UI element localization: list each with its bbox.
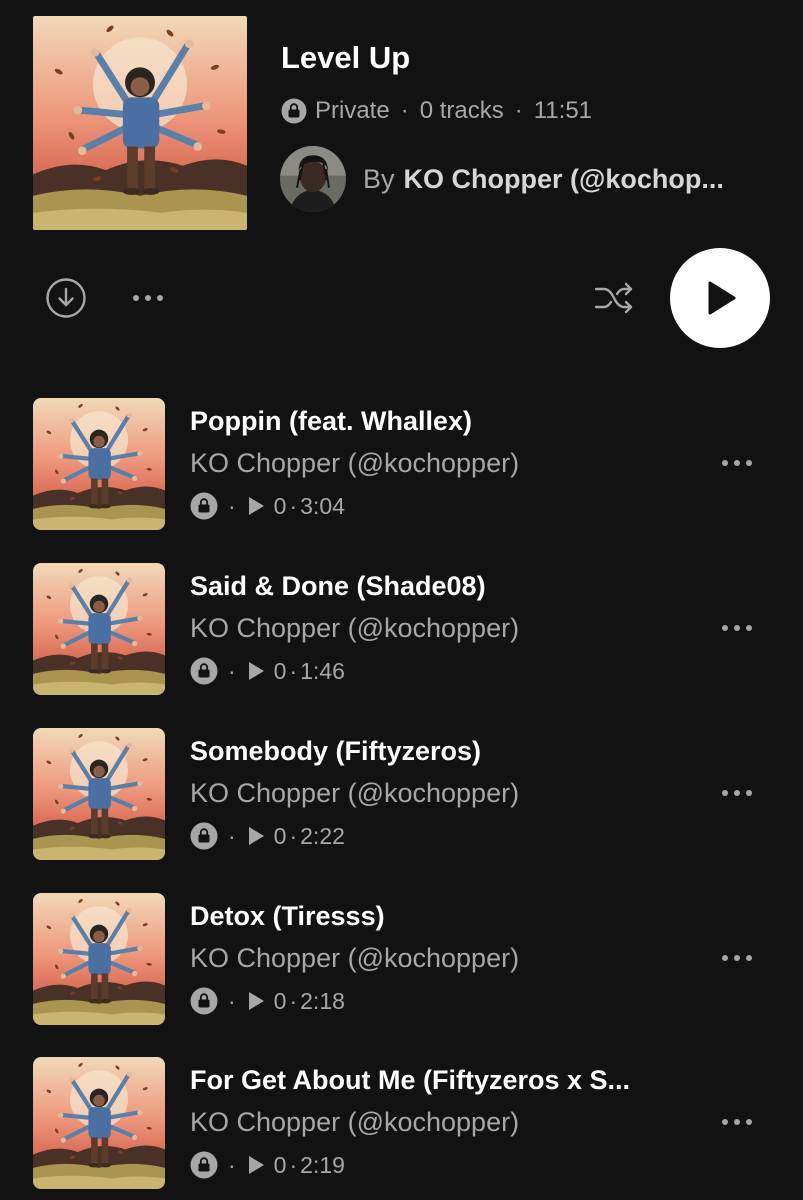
play-count: 0	[273, 657, 287, 684]
meta-separator: ·	[228, 987, 236, 1014]
by-label: By	[363, 163, 395, 194]
track-more-button[interactable]	[719, 448, 755, 478]
meta-separator: ·	[228, 492, 236, 519]
meta-separator: ·	[289, 987, 298, 1014]
play-count: 0	[273, 822, 287, 849]
lock-icon	[281, 98, 307, 124]
avatar[interactable]	[280, 146, 346, 212]
playlist-title: Level Up	[281, 40, 411, 75]
meta-separator: ·	[228, 1151, 236, 1178]
track-count: 0 tracks	[419, 97, 504, 124]
play-button[interactable]	[670, 248, 770, 348]
play-count: 0	[273, 1151, 287, 1178]
track-artist: KO Chopper (@kochopper)	[190, 613, 520, 643]
playlist-more-button[interactable]	[131, 282, 165, 314]
track-duration: 2:18	[300, 987, 345, 1014]
track-duration: 2:19	[300, 1151, 345, 1178]
track-meta: · 0 · 1:46	[190, 657, 345, 685]
lock-icon	[190, 1151, 218, 1179]
track-artist: KO Chopper (@kochopper)	[190, 778, 520, 808]
track-title: Somebody (Fiftyzeros)	[190, 736, 482, 766]
track-row[interactable]: Detox (Tiresss) KO Chopper (@kochopper) …	[0, 891, 803, 1025]
meta-separator: ·	[228, 822, 236, 849]
more-horizontal-icon	[722, 625, 752, 631]
track-artwork	[33, 728, 165, 860]
meta-separator: ·	[289, 492, 298, 519]
plays-icon	[248, 662, 264, 680]
plays-icon	[248, 1156, 264, 1174]
track-duration: 1:46	[300, 657, 345, 684]
track-meta: · 0 · 3:04	[190, 492, 345, 520]
meta-separator: ·	[400, 97, 409, 124]
track-more-button[interactable]	[719, 613, 755, 643]
more-horizontal-icon	[722, 460, 752, 466]
track-meta: · 0 · 2:18	[190, 987, 345, 1015]
track-more-button[interactable]	[719, 943, 755, 973]
playlist-meta: Private · 0 tracks · 11:51	[281, 94, 592, 128]
track-row[interactable]: Somebody (Fiftyzeros) KO Chopper (@kocho…	[0, 726, 803, 860]
download-button[interactable]	[44, 276, 88, 320]
playlist-cover-art	[33, 16, 247, 230]
track-duration: 2:22	[300, 822, 345, 849]
meta-separator: ·	[289, 1151, 298, 1178]
play-icon	[708, 281, 736, 315]
play-count: 0	[273, 492, 287, 519]
more-horizontal-icon	[722, 1119, 752, 1125]
track-artwork	[33, 1057, 165, 1189]
more-horizontal-icon	[722, 955, 752, 961]
lock-icon	[190, 987, 218, 1015]
track-more-button[interactable]	[719, 778, 755, 808]
meta-separator: ·	[228, 657, 236, 684]
track-artwork	[33, 398, 165, 530]
lock-icon	[190, 492, 218, 520]
track-artwork	[33, 893, 165, 1025]
playlist-duration: 11:51	[533, 97, 593, 124]
track-meta: · 0 · 2:19	[190, 1151, 345, 1179]
track-artwork	[33, 563, 165, 695]
shuffle-button[interactable]	[593, 279, 635, 317]
more-horizontal-icon	[722, 790, 752, 796]
shuffle-icon	[594, 282, 633, 314]
track-row[interactable]: Poppin (feat. Whallex) KO Chopper (@koch…	[0, 396, 803, 530]
track-artist: KO Chopper (@kochopper)	[190, 943, 520, 973]
track-more-button[interactable]	[719, 1107, 755, 1137]
track-title: Said & Done (Shade08)	[190, 571, 486, 601]
track-meta: · 0 · 2:22	[190, 822, 345, 850]
play-count: 0	[273, 987, 287, 1014]
visibility-label: Private	[315, 97, 390, 124]
plays-icon	[248, 497, 264, 515]
lock-icon	[190, 822, 218, 850]
plays-icon	[248, 992, 264, 1010]
lock-icon	[190, 657, 218, 685]
track-artist: KO Chopper (@kochopper)	[190, 1107, 520, 1137]
meta-separator: ·	[514, 97, 523, 124]
track-row[interactable]: Said & Done (Shade08) KO Chopper (@kocho…	[0, 561, 803, 695]
track-artist: KO Chopper (@kochopper)	[190, 448, 520, 478]
track-row[interactable]: For Get About Me (Fiftyzeros x S... KO C…	[0, 1055, 803, 1189]
plays-icon	[248, 827, 264, 845]
meta-separator: ·	[289, 822, 298, 849]
playlist-owner[interactable]: By KO Chopper (@kochop...	[280, 146, 724, 212]
track-title: For Get About Me (Fiftyzeros x S...	[190, 1065, 631, 1095]
track-title: Detox (Tiresss)	[190, 901, 385, 931]
track-duration: 3:04	[300, 492, 345, 519]
more-horizontal-icon	[133, 295, 163, 301]
track-title: Poppin (feat. Whallex)	[190, 406, 473, 436]
download-circle-icon	[46, 278, 86, 318]
meta-separator: ·	[289, 657, 298, 684]
owner-name-link[interactable]: KO Chopper (@kochop...	[404, 164, 724, 195]
